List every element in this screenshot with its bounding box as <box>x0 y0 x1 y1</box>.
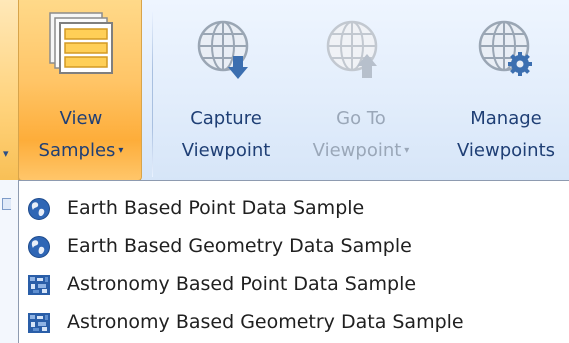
view-samples-button[interactable]: View Samples ▾ <box>18 0 142 181</box>
view-samples-label-line1: View <box>59 108 103 129</box>
previous-button-stub[interactable]: ▾ <box>0 0 19 182</box>
globe-gear-icon <box>478 20 532 76</box>
globe-down-arrow-icon <box>197 20 249 79</box>
capture-viewpoint-label-line2: Viewpoint <box>181 140 271 161</box>
go-to-viewpoint-label-line1: Go To <box>336 108 386 129</box>
ribbon: ▾ View Samples ▾ Capture Viewpoint Go To… <box>0 0 569 183</box>
menu-item-label: Earth Based Point Data Sample <box>67 197 365 219</box>
menu-item-label: Earth Based Geometry Data Sample <box>67 235 412 257</box>
app-root: ▾ View Samples ▾ Capture Viewpoint Go To… <box>0 0 569 343</box>
menu-item-earth-geometry-data[interactable]: Earth Based Geometry Data Sample <box>19 227 568 265</box>
view-samples-menu: Earth Based Point Data Sample Earth Base… <box>18 180 569 343</box>
astronomy-image-icon <box>28 275 50 295</box>
go-to-viewpoint-label-text: Viewpoint <box>312 140 402 161</box>
manage-viewpoints-label-line1: Manage <box>470 108 542 129</box>
manage-viewpoints-button[interactable]: Manage Viewpoints <box>444 0 568 181</box>
dropdown-arrow-icon: ▾ <box>3 147 9 160</box>
panel-edge-glyph <box>2 198 11 210</box>
manage-viewpoints-label-line2: Viewpoints <box>457 140 555 161</box>
view-samples-label-text: Samples <box>38 140 116 161</box>
earth-globe-icon <box>28 236 50 258</box>
menu-item-label: Astronomy Based Geometry Data Sample <box>67 311 464 333</box>
dropdown-arrow-icon: ▾ <box>404 145 410 156</box>
menu-item-earth-point-data[interactable]: Earth Based Point Data Sample <box>19 189 568 227</box>
group-separator <box>152 12 153 177</box>
menu-item-astronomy-geometry-data[interactable]: Astronomy Based Geometry Data Sample <box>19 303 568 341</box>
go-to-viewpoint-label-line2: Viewpoint ▾ <box>286 140 436 162</box>
view-samples-label-line2: Samples ▾ <box>19 140 143 162</box>
menu-item-label: Astronomy Based Point Data Sample <box>67 273 417 295</box>
capture-viewpoint-label-line1: Capture <box>190 108 262 129</box>
globe-up-arrow-icon <box>326 20 378 78</box>
dropdown-arrow-icon: ▾ <box>118 145 124 156</box>
go-to-viewpoint-button[interactable]: Go To Viewpoint ▾ <box>286 0 436 181</box>
sample-windows-icon <box>49 12 113 74</box>
menu-item-astronomy-point-data[interactable]: Astronomy Based Point Data Sample <box>19 265 568 303</box>
earth-globe-icon <box>28 198 50 220</box>
astronomy-image-icon <box>28 313 50 333</box>
capture-viewpoint-button[interactable]: Capture Viewpoint <box>166 0 286 181</box>
